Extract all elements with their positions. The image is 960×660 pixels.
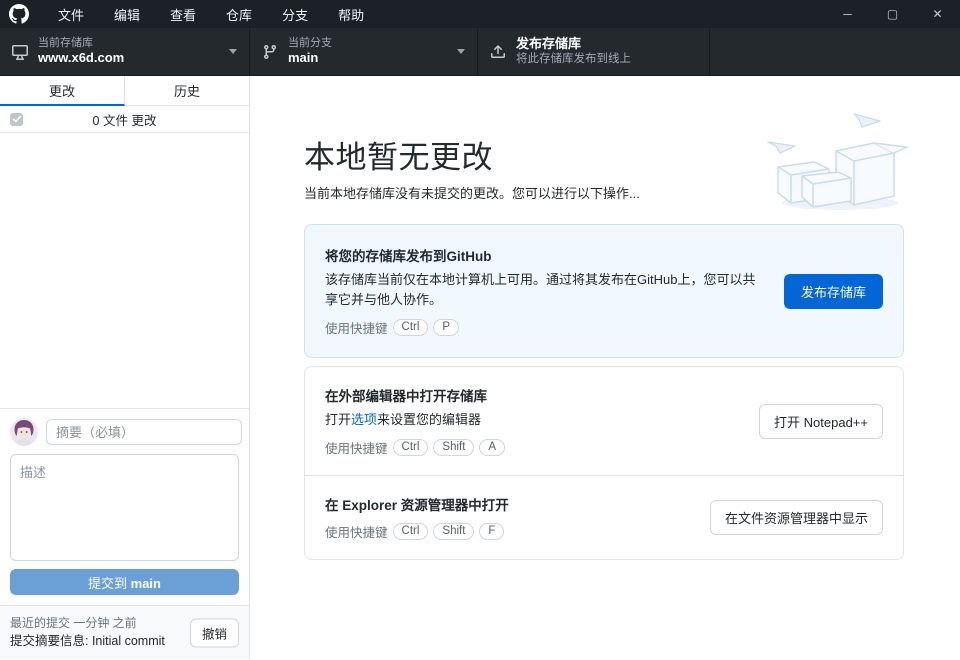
menu-repository[interactable]: 仓库 bbox=[211, 0, 267, 28]
open-explorer-title: 在 Explorer 资源管理器中打开 bbox=[325, 494, 694, 514]
commit-button-label: 提交到 bbox=[88, 576, 131, 591]
upload-icon bbox=[490, 44, 506, 60]
empty-state-illustration bbox=[758, 106, 908, 216]
open-editor-title: 在外部编辑器中打开存储库 bbox=[325, 385, 743, 405]
commit-form: 提交到 main bbox=[0, 408, 249, 605]
git-branch-icon bbox=[262, 44, 278, 60]
open-editor-body-post: 来设置您的编辑器 bbox=[377, 412, 481, 427]
menu-bar: 文件 编辑 查看 仓库 分支 帮助 bbox=[43, 0, 379, 28]
commit-button-branch: main bbox=[131, 576, 161, 591]
publish-card-title: 将您的存储库发布到GitHub bbox=[325, 245, 768, 265]
recent-commit-footer: 最近的提交 一分钟 之前 提交摘要信息: Initial commit 撤销 bbox=[0, 605, 249, 659]
key-ctrl: Ctrl bbox=[393, 523, 429, 540]
commit-description-input[interactable] bbox=[10, 454, 239, 561]
monitor-icon bbox=[12, 44, 28, 60]
minimize-icon[interactable]: ─ bbox=[825, 0, 870, 28]
current-branch-selector[interactable]: 当前分支 main bbox=[250, 28, 478, 75]
sidebar-tabs: 更改 历史 bbox=[0, 76, 249, 106]
key-ctrl: Ctrl bbox=[393, 319, 429, 336]
github-logo-icon bbox=[9, 4, 29, 24]
current-branch-label: 当前分支 bbox=[288, 37, 332, 51]
shortcut-label: 使用快捷键 bbox=[325, 438, 388, 457]
key-f: F bbox=[479, 523, 504, 540]
sidebar: 更改 历史 0 文件 更改 bbox=[0, 76, 250, 659]
changed-files-row: 0 文件 更改 bbox=[0, 106, 249, 133]
shortcut-label: 使用快捷键 bbox=[325, 522, 388, 541]
user-avatar bbox=[10, 418, 38, 446]
window-controls: ─ ▢ ✕ bbox=[825, 0, 960, 28]
open-in-explorer-row: 在 Explorer 资源管理器中打开 使用快捷键 Ctrl Shift F 在… bbox=[305, 475, 903, 559]
secondary-actions-card: 在外部编辑器中打开存储库 打开选项来设置您的编辑器 使用快捷键 Ctrl Shi… bbox=[304, 366, 904, 560]
publish-repository-button[interactable]: 发布存储库 bbox=[784, 274, 883, 309]
maximize-icon[interactable]: ▢ bbox=[870, 0, 915, 28]
chevron-down-icon bbox=[229, 49, 237, 54]
shortcut-label: 使用快捷键 bbox=[325, 318, 388, 337]
commit-to-branch-button[interactable]: 提交到 main bbox=[10, 569, 239, 595]
key-shift: Shift bbox=[433, 439, 474, 456]
options-link[interactable]: 选项 bbox=[351, 412, 377, 427]
undo-commit-button[interactable]: 撤销 bbox=[190, 618, 239, 647]
menu-branch[interactable]: 分支 bbox=[267, 0, 323, 28]
key-ctrl: Ctrl bbox=[393, 439, 429, 456]
publish-card-body: 该存储库当前仅在本地计算机上可用。通过将其发布在GitHub上，您可以共享它并与… bbox=[325, 270, 768, 310]
publish-repo-subtitle: 将此存储库发布到线上 bbox=[516, 52, 631, 66]
menu-file[interactable]: 文件 bbox=[43, 0, 99, 28]
tab-history[interactable]: 历史 bbox=[125, 76, 249, 106]
open-notepad-button[interactable]: 打开 Notepad++ bbox=[759, 404, 883, 439]
menu-view[interactable]: 查看 bbox=[155, 0, 211, 28]
tab-changes[interactable]: 更改 bbox=[0, 76, 125, 106]
key-p: P bbox=[433, 319, 459, 336]
changes-list-empty-area bbox=[0, 133, 249, 408]
show-in-explorer-button[interactable]: 在文件资源管理器中显示 bbox=[710, 500, 883, 535]
chevron-down-icon bbox=[457, 49, 465, 54]
titlebar: 文件 编辑 查看 仓库 分支 帮助 ─ ▢ ✕ bbox=[0, 0, 960, 28]
publish-repo-title: 发布存储库 bbox=[516, 36, 631, 52]
menu-help[interactable]: 帮助 bbox=[323, 0, 379, 28]
key-a: A bbox=[479, 439, 505, 456]
files-changed-summary: 0 文件 更改 bbox=[0, 110, 249, 129]
open-editor-body-pre: 打开 bbox=[325, 412, 351, 427]
commit-summary-input[interactable] bbox=[46, 419, 242, 445]
publish-to-github-card: 将您的存储库发布到GitHub 该存储库当前仅在本地计算机上可用。通过将其发布在… bbox=[304, 224, 904, 358]
main-content: 本地暂无更改 当前本地存储库没有未提交的更改。您可以进行以下操作... 将您的存… bbox=[250, 76, 960, 659]
menu-edit[interactable]: 编辑 bbox=[99, 0, 155, 28]
close-icon[interactable]: ✕ bbox=[915, 0, 960, 28]
toolbar: 当前存储库 www.x6d.com 当前分支 main 发布存储库 将此存储库发… bbox=[0, 28, 960, 76]
current-repo-label: 当前存储库 bbox=[38, 37, 124, 51]
current-repository-selector[interactable]: 当前存储库 www.x6d.com bbox=[0, 28, 250, 75]
key-shift: Shift bbox=[433, 523, 474, 540]
current-branch-name: main bbox=[288, 50, 332, 66]
current-repo-name: www.x6d.com bbox=[38, 50, 124, 66]
open-in-editor-row: 在外部编辑器中打开存储库 打开选项来设置您的编辑器 使用快捷键 Ctrl Shi… bbox=[305, 367, 903, 475]
publish-repository-toolbar-button[interactable]: 发布存储库 将此存储库发布到线上 bbox=[478, 28, 710, 75]
